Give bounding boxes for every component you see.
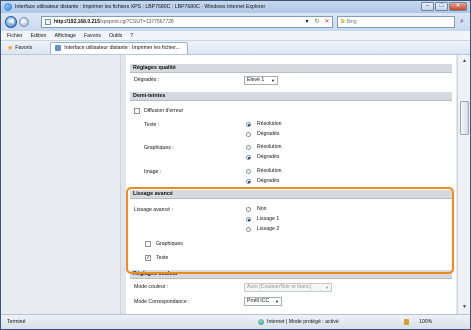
back-button[interactable]: ◀ <box>5 16 17 28</box>
menu-file[interactable]: Fichier <box>7 33 23 39</box>
section-quality-header: Réglages qualité <box>130 64 452 73</box>
browser-window: Interface utilisateur distante : Imprime… <box>0 0 471 330</box>
menu-view[interactable]: Affichage <box>54 33 76 39</box>
graphics-resolution-label: Résolution <box>257 144 282 150</box>
settings-panel: Réglages qualité Dégradés : Elevé 1 ▼ Dem… <box>126 55 456 314</box>
title-bar: Interface utilisateur distante : Imprime… <box>1 1 470 13</box>
scroll-down-icon[interactable]: ▼ <box>460 303 469 312</box>
stop-icon[interactable]: ✕ <box>323 18 331 26</box>
ie-logo-icon <box>4 3 12 11</box>
search-icon[interactable]: ⌕ <box>457 17 467 27</box>
tab-page-icon <box>55 45 62 51</box>
section-halftones-header: Demi-teintes <box>130 92 452 101</box>
maximize-button[interactable]: □ <box>435 2 448 11</box>
window-title: Interface utilisateur distante : Imprime… <box>15 4 266 10</box>
menu-help[interactable]: ? <box>130 33 133 39</box>
zoom-level[interactable]: 100% <box>419 319 432 325</box>
tab-remote-ui[interactable]: Interface utilisateur distante : Imprime… <box>50 41 189 54</box>
menu-bar: Fichier Edition Affichage Favoris Outils… <box>1 31 470 41</box>
lock-icon <box>404 319 409 325</box>
status-bar: Terminé Internet | Mode protégé : activé… <box>1 314 470 329</box>
search-placeholder: Bing <box>346 19 357 25</box>
refresh-icon[interactable]: ↻ <box>313 18 321 26</box>
window-controls: – □ ✕ <box>421 2 467 11</box>
matching-mode-label: Mode Correspondance : <box>134 299 190 305</box>
image-resolution-label: Résolution <box>257 168 282 174</box>
security-zone[interactable]: Internet | Mode protégé : activé <box>267 319 339 325</box>
image-label: Image : <box>144 169 162 175</box>
text-gradation-radio[interactable] <box>246 132 251 137</box>
address-toolbar: ◀ ▶ http://192.168.0.215 /xpsprint.cgi?C… <box>1 13 470 31</box>
search-input[interactable]: b Bing <box>337 16 455 28</box>
graphics-label: Graphiques : <box>144 145 174 151</box>
chevron-down-icon: ▼ <box>275 299 279 304</box>
page-icon <box>45 19 51 25</box>
favorites-bar: ★ Favoris Interface utilisateur distante… <box>1 41 470 55</box>
forward-button[interactable]: ▶ <box>19 17 29 27</box>
menu-tools[interactable]: Outils <box>109 33 122 39</box>
chevron-down-icon: ▼ <box>271 78 275 83</box>
status-text: Terminé <box>7 319 26 325</box>
color-mode-value: Auto (Couleur/Noir et blanc) <box>247 284 312 290</box>
favorites-star-icon[interactable]: ★ <box>7 44 13 52</box>
gradation-select[interactable]: Elevé 1 ▼ <box>244 76 278 85</box>
vertical-scrollbar[interactable]: ▲ ▼ <box>457 55 470 314</box>
bing-icon: b <box>341 19 345 25</box>
graphics-gradation-radio[interactable] <box>246 155 251 160</box>
close-button[interactable]: ✕ <box>449 2 467 11</box>
menu-edit[interactable]: Edition <box>31 33 47 39</box>
image-gradation-label: Dégradés <box>257 178 280 184</box>
tab-title: Interface utilisateur distante : Imprime… <box>64 45 180 51</box>
favorites-button[interactable]: Favoris <box>15 45 32 51</box>
smoothing-highlight-frame <box>126 187 454 274</box>
text-label: Texte : <box>144 122 160 128</box>
chevron-down-icon: ▼ <box>325 285 329 290</box>
minimize-button[interactable]: – <box>421 2 434 11</box>
menu-favorites[interactable]: Favoris <box>84 33 101 39</box>
text-gradation-label: Dégradés <box>257 131 280 137</box>
globe-icon <box>258 319 264 325</box>
page-content: Réglages qualité Dégradés : Elevé 1 ▼ Dem… <box>1 55 470 314</box>
image-resolution-radio[interactable] <box>246 169 251 174</box>
text-resolution-label: Résolution <box>257 121 282 127</box>
address-field[interactable]: http://192.168.0.215 /xpsprint.cgi?CSUT=… <box>41 16 333 28</box>
error-diffusion-label: Diffusion d'erreur <box>144 108 184 114</box>
dropdown-icon[interactable]: ▾ <box>303 18 311 26</box>
color-mode-label: Mode couleur : <box>134 284 169 290</box>
color-mode-select: Auto (Couleur/Noir et blanc) ▼ <box>244 283 332 292</box>
graphics-resolution-radio[interactable] <box>246 145 251 150</box>
matching-mode-select[interactable]: Profil ICC ▼ <box>244 297 282 306</box>
scroll-up-icon[interactable]: ▲ <box>460 57 469 66</box>
image-gradation-radio[interactable] <box>246 179 251 184</box>
gradation-label: Dégradés : <box>134 77 160 83</box>
text-resolution-radio[interactable] <box>246 122 251 127</box>
left-pane <box>1 55 121 314</box>
address-path: /xpsprint.cgi?CSUT=1377567728 <box>99 19 174 25</box>
matching-mode-value: Profil ICC <box>247 298 270 304</box>
address-host: http://192.168.0.215 <box>54 19 100 25</box>
gradation-value: Elevé 1 <box>247 77 265 83</box>
scroll-thumb[interactable] <box>460 101 469 135</box>
graphics-gradation-label: Dégradés <box>257 154 280 160</box>
error-diffusion-checkbox[interactable] <box>134 108 140 114</box>
